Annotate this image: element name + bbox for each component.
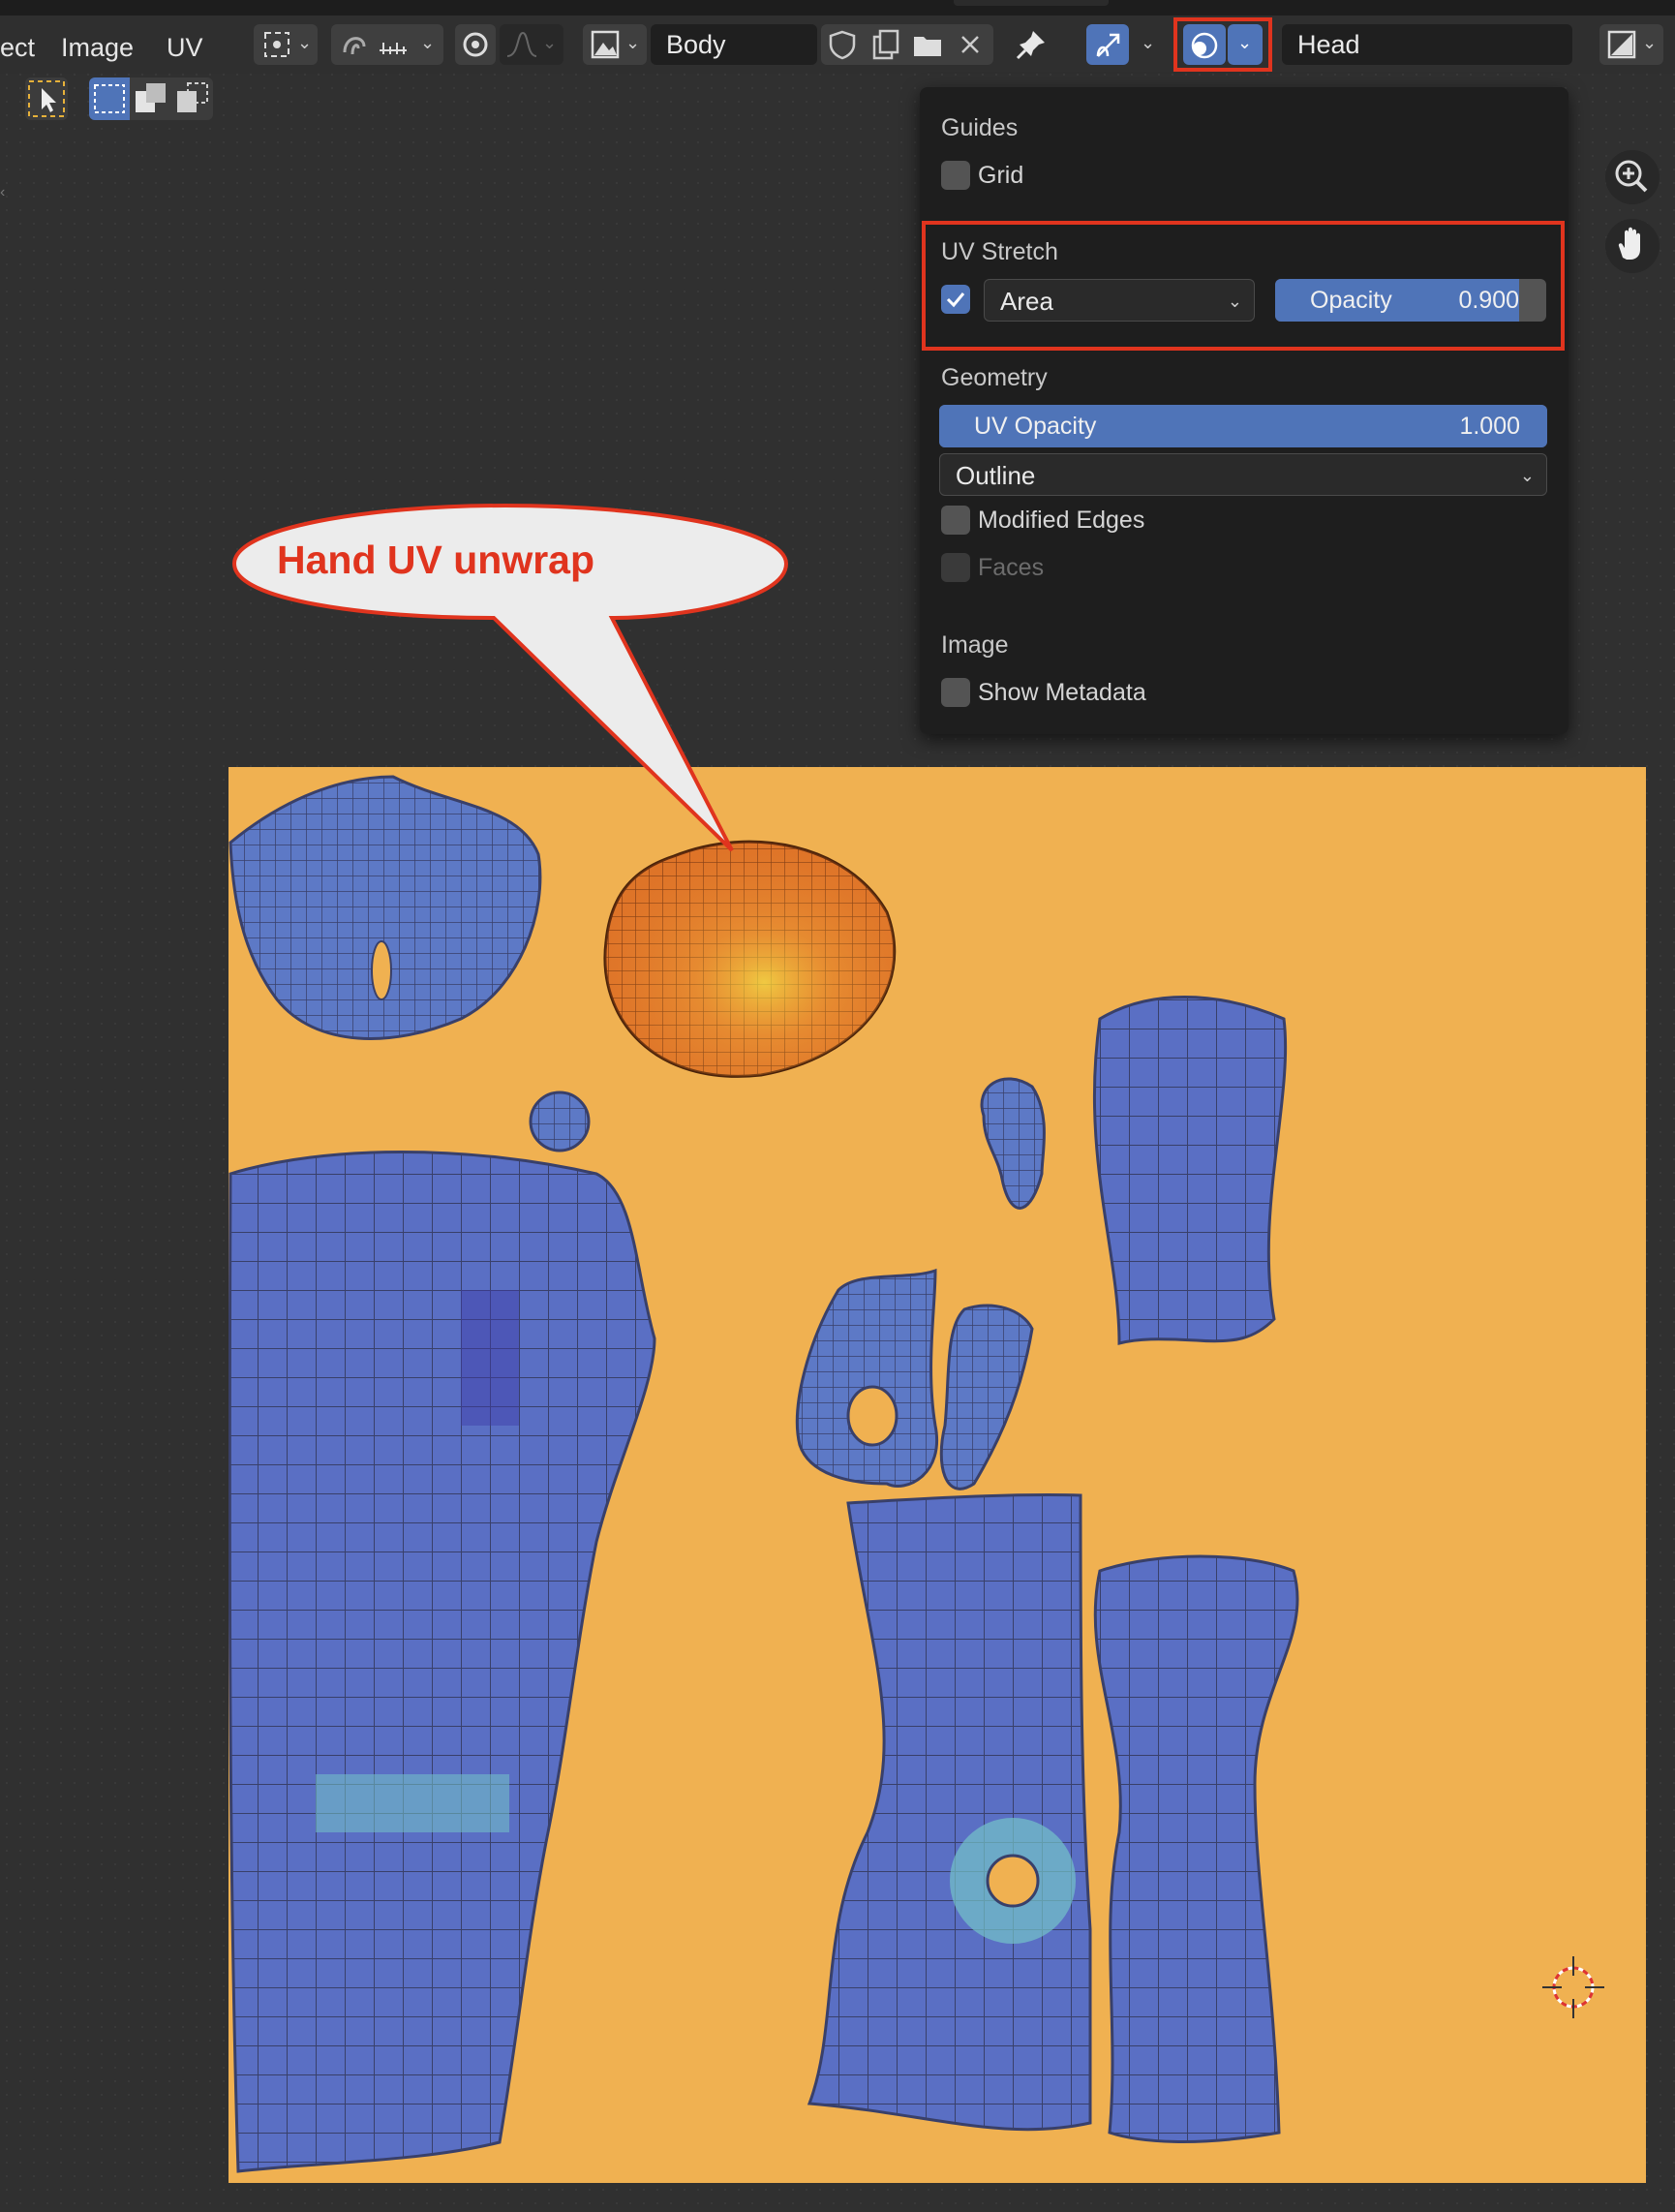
uv-island-leg-bottom-middle — [807, 1493, 1092, 2132]
proportional-edit-button[interactable] — [455, 24, 496, 65]
uv-island-disc — [529, 1091, 591, 1152]
image-icon — [591, 30, 620, 59]
callout-text: Hand UV unwrap — [277, 538, 595, 582]
image-section-title: Image — [941, 631, 1009, 659]
open-folder-icon[interactable] — [908, 25, 947, 64]
overlays-popover: Guides Grid UV Stretch Area ⌄ Opacity 0.… — [920, 87, 1568, 734]
uv-stretch-highlight-box — [922, 221, 1565, 351]
new-image-icon[interactable] — [866, 25, 904, 64]
region-toggle-left[interactable]: ‹ — [0, 184, 8, 203]
guides-section-title: Guides — [941, 114, 1019, 141]
snap-button[interactable]: ⌄ — [331, 24, 443, 65]
image-browse-button[interactable]: ⌄ — [583, 24, 647, 65]
edge-display-value: Outline — [956, 461, 1036, 490]
fake-user-shield-icon[interactable] — [823, 25, 862, 64]
uv-editor-canvas[interactable] — [228, 767, 1646, 2183]
close-icon[interactable] — [951, 25, 990, 64]
chevron-down-icon: ⌄ — [1141, 33, 1156, 52]
select-tweak-button[interactable] — [25, 77, 68, 120]
uv-opacity-slider[interactable]: UV Opacity 1.000 — [939, 405, 1547, 447]
pin-button[interactable] — [1007, 24, 1055, 65]
top-strip — [0, 0, 1675, 15]
uv-island-chest — [228, 775, 542, 1040]
cursor-icon — [1542, 1956, 1604, 2018]
grid-label: Grid — [978, 162, 1024, 189]
pivot-button[interactable]: ⌄ — [254, 24, 318, 65]
modified-edges-checkbox[interactable] — [941, 506, 970, 535]
uv-island-hand-right — [939, 1304, 1034, 1490]
select-mode-group — [89, 77, 213, 120]
show-metadata-label: Show Metadata — [978, 679, 1146, 706]
zoom-icon — [1615, 160, 1648, 193]
uv-island-ear — [980, 1077, 1046, 1210]
chevron-down-icon: ⌄ — [625, 33, 641, 52]
chevron-down-icon: ⌄ — [1642, 33, 1658, 52]
falloff-button[interactable]: ⌄ — [500, 24, 563, 65]
pan-button[interactable] — [1605, 219, 1660, 273]
zoom-button[interactable] — [1605, 150, 1660, 204]
chevron-down-icon: ⌄ — [297, 33, 313, 52]
menu-image[interactable]: Image — [61, 33, 134, 63]
select-extend-icon[interactable] — [131, 77, 171, 120]
snap-increment-icon — [380, 43, 407, 54]
proportional-edit-icon — [463, 32, 488, 57]
show-metadata-checkbox[interactable] — [941, 678, 970, 707]
chevron-down-icon: ⌄ — [420, 33, 436, 52]
editor-header: ect Image UV ⌄ ⌄ ⌄ ⌄ Body ⌄ ⌄ Head ⌄ — [0, 15, 1675, 74]
faces-label: Faces — [978, 554, 1045, 581]
modified-edges-label: Modified Edges — [978, 507, 1145, 534]
menu-uv[interactable]: UV — [167, 33, 203, 63]
falloff-curve-icon — [506, 31, 537, 57]
grid-checkbox[interactable] — [941, 161, 970, 190]
uv-island-body — [228, 1151, 656, 2173]
edge-display-select[interactable]: Outline ⌄ — [939, 453, 1547, 496]
image-name-field[interactable]: Body — [651, 24, 817, 65]
hand-pan-icon — [1618, 227, 1640, 260]
uv-island-leg-bottom-right — [1093, 1554, 1299, 2143]
uv-opacity-value: 1.000 — [1459, 413, 1520, 440]
uv-map-name-field[interactable]: Head — [1282, 24, 1572, 65]
image-actions-group — [821, 24, 993, 65]
snap-icon — [343, 37, 366, 55]
display-channels-button[interactable]: ⌄ — [1599, 24, 1663, 65]
uv-opacity-label: UV Opacity — [974, 413, 1097, 440]
faces-checkbox[interactable] — [941, 553, 970, 582]
gizmo-toggle[interactable] — [1086, 24, 1129, 65]
gizmo-icon — [1096, 33, 1120, 57]
chevron-down-icon: ⌄ — [542, 33, 558, 52]
select-box-icon[interactable] — [89, 77, 130, 120]
uv-map-icon — [1607, 30, 1636, 59]
uv-island-leg-top-right — [1092, 996, 1288, 1345]
uv-island-hand-left — [795, 1268, 939, 1488]
tab-hint — [954, 0, 1109, 6]
pivot-icon — [264, 32, 289, 57]
menu-select[interactable]: ect — [0, 33, 35, 63]
overlay-highlight-box — [1173, 17, 1272, 72]
chevron-down-icon: ⌄ — [1519, 466, 1535, 485]
select-subtract-icon[interactable] — [172, 77, 213, 120]
gizmo-dropdown[interactable]: ⌄ — [1129, 24, 1168, 65]
pin-icon — [1016, 31, 1045, 60]
geometry-section-title: Geometry — [941, 364, 1048, 391]
uv-islands — [228, 775, 1604, 2173]
select-tweak-icon — [28, 80, 65, 117]
